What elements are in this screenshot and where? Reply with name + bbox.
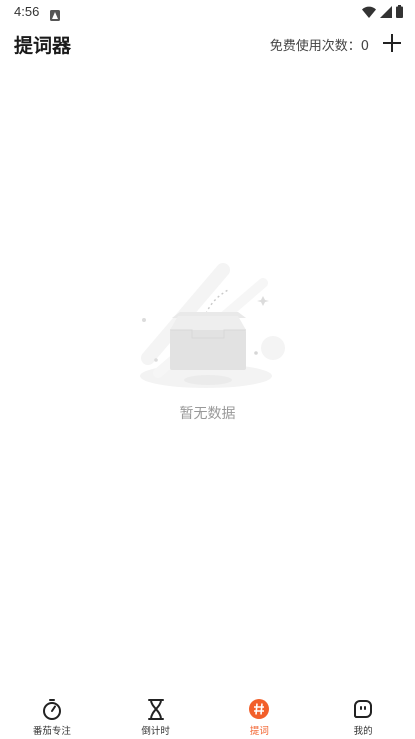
hourglass-icon <box>145 698 167 720</box>
app-bar: 提词器 免费使用次数：0 <box>0 24 415 64</box>
profile-face-icon <box>352 698 374 720</box>
wifi-icon <box>362 3 376 22</box>
nav-label-countdown: 倒计时 <box>141 726 170 737</box>
empty-box-illustration <box>140 263 285 388</box>
nav-item-countdown[interactable]: 倒计时 <box>104 690 208 739</box>
free-uses-count: 0 <box>360 39 369 54</box>
add-button[interactable] <box>379 30 405 56</box>
status-icons <box>362 3 403 22</box>
signal-icon <box>380 3 392 22</box>
empty-state: 暂无数据 <box>0 258 415 428</box>
hash-icon <box>248 698 270 720</box>
page-title: 提词器 <box>14 35 72 57</box>
bottom-nav: 番茄专注 倒计时 提词 我的 <box>0 690 415 739</box>
battery-icon <box>396 3 403 22</box>
free-uses-label: 免费使用次数： <box>269 39 361 54</box>
empty-message: 暂无数据 <box>179 406 236 422</box>
status-bar: 4:56 <box>0 0 415 24</box>
status-time: 4:56 <box>14 4 40 19</box>
plus-icon <box>383 34 401 52</box>
nav-label-profile: 我的 <box>353 726 373 737</box>
notification-icon <box>50 6 60 21</box>
nav-item-profile[interactable]: 我的 <box>311 690 415 739</box>
nav-label-pomodoro: 番茄专注 <box>32 726 71 737</box>
nav-label-teleprompter: 提词 <box>249 726 269 737</box>
stopwatch-icon <box>41 698 63 720</box>
nav-item-teleprompter[interactable]: 提词 <box>208 690 312 739</box>
free-uses-counter: 免费使用次数：0 <box>270 35 369 54</box>
nav-item-pomodoro[interactable]: 番茄专注 <box>0 690 104 739</box>
